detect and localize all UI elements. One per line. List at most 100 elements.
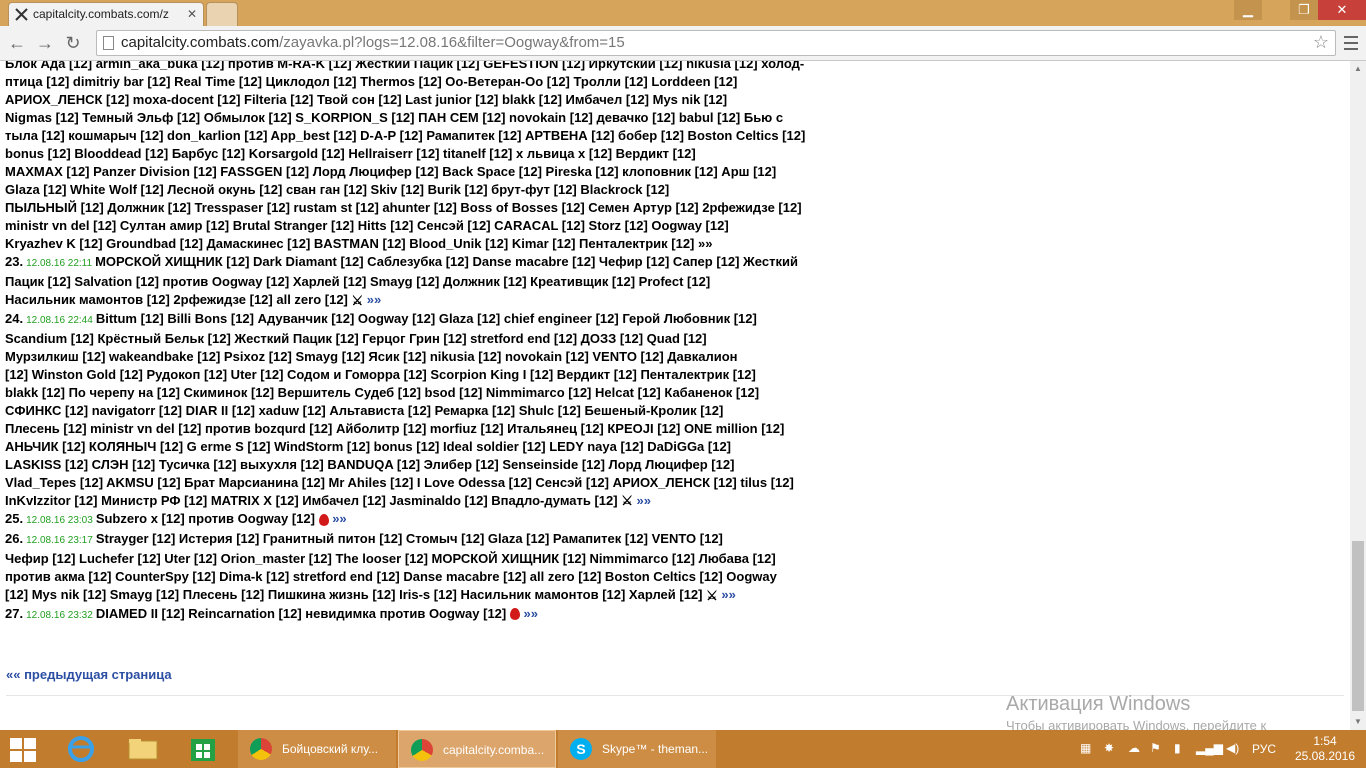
forward-arrow-icon[interactable]: → xyxy=(34,32,56,54)
crossed-swords-icon: ⚔ xyxy=(351,292,364,308)
clock-time: 1:54 xyxy=(1313,734,1337,748)
entry-time: 12.08.16 23:03 xyxy=(26,515,93,527)
entry-text-line: [12] Winston Gold [12] Рудокоп [12] Uter… xyxy=(5,366,756,382)
entry-text-line: Пацик [12] Salvation [12] против Oogway … xyxy=(5,274,711,289)
tray-app-icon[interactable]: ▦ xyxy=(1080,741,1091,755)
entry-text-line: Чефир [12] Luchefer [12] Uter [12] Orion… xyxy=(5,551,776,567)
entry-text: МОРСКОЙ ХИЩНИК [12] Dark Diamant [12] Са… xyxy=(95,254,798,269)
log-line: тыла [12] кошмарыч [12] don_karlion [12]… xyxy=(5,128,806,143)
windows-start-icon[interactable] xyxy=(10,738,36,762)
entry-text: DIAMED II [12] Reincarnation [12] невиди… xyxy=(95,605,507,621)
battle-entry-24: 24. 12.08.16 22:44 Bittum [12] Billi Bons … xyxy=(0,310,1350,330)
entry-text-line: СФИНКС [12] navigatorr [12] DIAR II [12]… xyxy=(5,402,724,418)
minimize-icon[interactable]: ▁ xyxy=(1234,0,1262,20)
watermark-text: Чтобы активировать Windows, перейдите к … xyxy=(1006,718,1267,730)
back-arrow-icon[interactable]: ← xyxy=(6,32,28,54)
reload-icon[interactable]: ↻ xyxy=(62,32,84,54)
taskbar-item-label: capitalcity.comba... xyxy=(443,743,545,757)
menu-icon[interactable] xyxy=(1342,32,1360,54)
scrollbar-thumb[interactable] xyxy=(1352,541,1364,711)
windows-store-icon[interactable] xyxy=(176,733,230,765)
taskbar-item-skype[interactable]: S Skype™ - theman... xyxy=(558,730,716,768)
battle-details-link[interactable]: »» xyxy=(332,511,346,526)
entry-number: 25. xyxy=(5,511,24,527)
log-line: ПЫЛЬНЫЙ [12] Должник [12] Tresspaser [12… xyxy=(5,200,802,215)
blood-drop-icon xyxy=(509,608,520,621)
entry-text-line: Vlad_Tepes [12] AKMSU [12] Брат Марсиани… xyxy=(5,474,794,490)
battle-details-link[interactable]: »» xyxy=(637,493,651,508)
battle-entry-26: 26. 12.08.16 23:17 Strayger [12] Истерия [… xyxy=(0,530,1350,550)
entry-time: 12.08.16 23:32 xyxy=(26,609,93,621)
close-window-icon[interactable]: ✕ xyxy=(1318,0,1366,20)
entry-text-line: АНЬЧИК [12] КОЛЯНЫЧ [12] G erme S [12] W… xyxy=(5,438,732,454)
blood-drop-icon xyxy=(318,513,329,526)
entry-text-line: против акма [12] CounterSpy [12] Dima-k … xyxy=(5,569,777,585)
log-line: MAXMAX [12] Panzer Division [12] FASSGEN… xyxy=(5,164,777,179)
entry-number: 26. xyxy=(5,531,24,547)
battle-entry-25: 25. 12.08.16 23:03 Subzero x [12] против O… xyxy=(0,510,1350,530)
previous-page-link[interactable]: «« предыдущая страница xyxy=(6,667,172,682)
browser-tab[interactable]: capitalcity.combats.com/z ✕ xyxy=(8,2,204,26)
browser-title-bar: capitalcity.combats.com/z ✕ ▁ ❐ ✕ xyxy=(0,0,1366,26)
clock-date: 25.08.2016 xyxy=(1294,749,1356,763)
entry-number: 23. xyxy=(5,254,24,269)
flag-icon[interactable]: ⚑ xyxy=(1150,741,1161,755)
battle-details-link[interactable]: »» xyxy=(523,606,537,621)
battle-entry-27: 27. 12.08.16 23:32 DIAMED II [12] Reincarn… xyxy=(0,605,1350,625)
taskbar-item-chrome-1[interactable]: Бойцовский клу... xyxy=(238,730,396,768)
scroll-down-arrow-icon[interactable]: ▼ xyxy=(1350,714,1366,730)
log-line: Kryazhev K [12] Groundbad [12] Дамаскине… xyxy=(0,235,1350,253)
log-line: птица [12] dimitriy bar [12] Real Time [… xyxy=(5,74,738,89)
file-explorer-icon[interactable] xyxy=(116,733,170,765)
combats-favicon-icon xyxy=(15,8,28,21)
volume-icon[interactable]: ◀) xyxy=(1226,741,1239,755)
entry-text: Strayger [12] Истерия [12] Гранитный пит… xyxy=(95,531,723,547)
entry-time: 12.08.16 23:17 xyxy=(26,535,93,547)
page-icon xyxy=(103,36,114,50)
bookmark-star-icon[interactable]: ☆ xyxy=(1313,32,1329,53)
log-line: bonus [12] Blooddead [12] Барбус [12] Ko… xyxy=(5,146,696,161)
tab-close-icon[interactable]: ✕ xyxy=(187,3,197,25)
tray-app-icon[interactable]: ✸ xyxy=(1104,741,1114,755)
entry-text: [12] Mys nik [12] Smayg [12] Плесень [12… xyxy=(5,587,703,603)
watermark-title: Активация Windows xyxy=(1006,693,1191,715)
windows-taskbar: Бойцовский клу... capitalcity.comba... S… xyxy=(0,730,1366,768)
skype-icon: S xyxy=(570,738,592,760)
entry-text-line: InKvIzzitor [12] Министр РФ [12] MATRIX … xyxy=(0,492,1350,511)
battle-entry-23: 23. 12.08.16 22:11 МОРСКОЙ ХИЩНИК [12] Dar… xyxy=(0,253,1350,273)
log-line: Nigmas [12] Темный Эльф [12] Обмылок [12… xyxy=(5,110,784,125)
input-language[interactable]: РУС xyxy=(1252,742,1276,756)
entry-time: 12.08.16 22:44 xyxy=(26,314,93,326)
entry-text-line: Scandium [12] Крёстный Бельк [12] Жестки… xyxy=(5,330,707,346)
battle-log-content: Блок Ада [12] armin_aka_buka [12] против… xyxy=(0,61,1350,730)
url-host: capitalcity.combats.com xyxy=(121,34,280,51)
address-bar[interactable]: capitalcity.combats.com/zayavka.pl?logs=… xyxy=(96,30,1336,56)
network-signal-icon[interactable]: ▂▄▆ xyxy=(1196,741,1223,755)
entry-text-line: LASKISS [12] СЛЭН [12] Тусичка [12] выху… xyxy=(5,456,735,472)
browser-toolbar: ← → ↻ capitalcity.combats.com/zayavka.pl… xyxy=(0,26,1366,61)
entry-text-line: Мурзилкиш [12] wakeandbake [12] Psixoz [… xyxy=(5,348,738,364)
system-clock[interactable]: 1:54 25.08.2016 xyxy=(1288,734,1362,764)
cloud-icon[interactable]: ☁ xyxy=(1128,741,1140,755)
entry-text-line: blakk [12] По черепу на [12] Скиминок [1… xyxy=(5,384,760,400)
log-line: Блок Ада [12] armin_aka_buka [12] против… xyxy=(5,61,805,71)
entry-number: 27. xyxy=(5,605,24,621)
entry-text-line: [12] Mys nik [12] Smayg [12] Плесень [12… xyxy=(0,586,1350,605)
entry-text-line: Насильник мамонтов [12] 2рфежидзе [12] a… xyxy=(0,291,1350,310)
taskbar-item-chrome-2[interactable]: capitalcity.comba... xyxy=(398,730,556,768)
log-line: Glaza [12] White Wolf [12] Лесной окунь … xyxy=(5,182,670,197)
entry-time: 12.08.16 22:11 xyxy=(26,258,93,269)
maximize-icon[interactable]: ❐ xyxy=(1290,0,1318,20)
taskbar-item-label: Бойцовский клу... xyxy=(282,742,379,756)
vertical-scrollbar[interactable]: ▲ ▼ xyxy=(1350,61,1366,730)
new-tab-button[interactable] xyxy=(206,2,238,26)
battle-details-link[interactable]: »» xyxy=(721,587,735,602)
windows-activation-watermark: Активация Windows Чтобы активировать Win… xyxy=(1006,693,1326,730)
battery-icon[interactable]: ▮ xyxy=(1174,741,1181,755)
internet-explorer-icon[interactable] xyxy=(54,733,108,765)
battle-details-link[interactable]: »» xyxy=(367,292,381,307)
scroll-up-arrow-icon[interactable]: ▲ xyxy=(1350,61,1366,77)
tab-title: capitalcity.combats.com/z xyxy=(33,7,169,21)
url-path: /zayavka.pl?logs=12.08.16&filter=Oogway&… xyxy=(279,34,625,51)
log-line-text: Kryazhev K [12] Groundbad [12] Дамаскине… xyxy=(5,236,713,251)
